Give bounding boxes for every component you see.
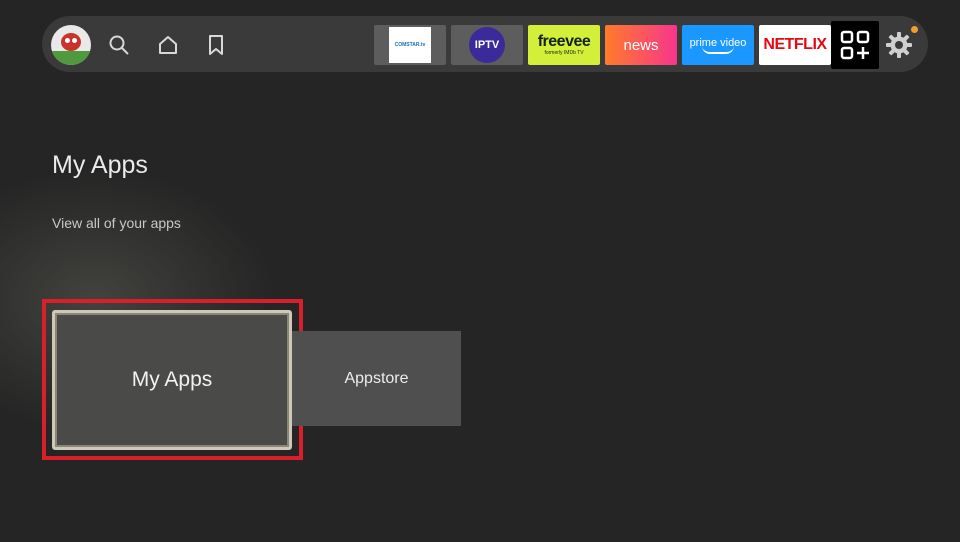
my-apps-card-label: My Apps <box>131 368 213 391</box>
page-title: My Apps <box>52 151 148 179</box>
appstore-card[interactable]: Appstore <box>292 331 461 426</box>
app-tile-news[interactable]: news <box>605 25 677 65</box>
bookmark-icon[interactable] <box>202 31 230 59</box>
page-subtitle: View all of your apps <box>52 215 181 231</box>
prime-smile-icon <box>702 46 734 54</box>
apps-grid-icon[interactable] <box>831 21 879 69</box>
app-tile-netflix[interactable]: NETFLIX <box>759 25 831 65</box>
search-icon[interactable] <box>105 31 133 59</box>
my-apps-card[interactable]: My Apps <box>52 310 292 450</box>
news-logo: news <box>623 36 659 54</box>
notification-dot <box>911 26 918 33</box>
netflix-logo: NETFLIX <box>763 36 827 53</box>
comstar-logo: COMSTAR.tv <box>394 42 426 48</box>
avatar-eye <box>72 38 77 43</box>
app-tile-prime-video[interactable]: prime video <box>682 25 754 65</box>
app-tile-comstar[interactable]: COMSTAR.tv <box>374 25 446 65</box>
iptv-logo: IPTV <box>474 38 500 51</box>
freevee-logo: freevee <box>537 33 591 50</box>
profile-avatar-icon[interactable] <box>51 25 91 65</box>
app-tile-freevee[interactable]: freevee formerly IMDb TV <box>528 25 600 65</box>
gear-icon[interactable] <box>883 29 915 61</box>
freevee-tagline: formerly IMDb TV <box>544 50 584 56</box>
avatar-eye <box>65 38 70 43</box>
app-tile-iptv[interactable]: IPTV <box>451 25 523 65</box>
appstore-card-label: Appstore <box>344 369 409 387</box>
home-icon[interactable] <box>154 31 182 59</box>
